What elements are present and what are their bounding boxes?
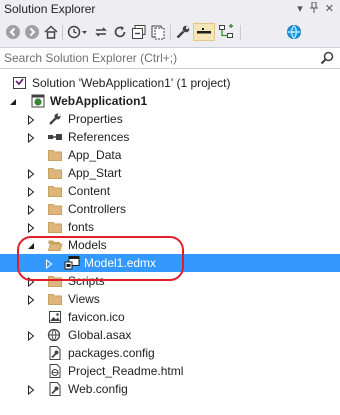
config-file-icon [47, 381, 63, 397]
collapsed-triangle-icon[interactable] [26, 384, 36, 396]
toolbar-separator [62, 25, 63, 40]
search-box[interactable]: Search Solution Explorer (Ctrl+;) [0, 47, 340, 69]
tree-item-label: Controllers [68, 202, 127, 216]
collapsed-triangle-icon[interactable] [26, 114, 36, 126]
wrench-icon [47, 111, 63, 127]
dropdown-arrow-icon[interactable]: ▾ [297, 2, 303, 17]
collapsed-triangle-icon[interactable] [26, 132, 36, 144]
collapsed-triangle-icon[interactable] [26, 186, 36, 198]
tree-item-views[interactable]: Views [0, 290, 340, 308]
tree-item-label: App_Data [68, 148, 122, 162]
tree-item-label: Solution 'WebApplication1' (1 project) [32, 76, 231, 90]
back-button[interactable] [4, 23, 22, 41]
toolbar-separator [170, 25, 171, 40]
tree-item-app-start[interactable]: App_Start [0, 164, 340, 182]
folder-icon [47, 201, 63, 217]
tree-item-controllers[interactable]: Controllers [0, 200, 340, 218]
title-bar: Solution Explorer ▾ ✕ [0, 0, 340, 19]
tree-item-label: favicon.ico [68, 310, 125, 324]
search-input[interactable]: Search Solution Explorer (Ctrl+;) [4, 51, 177, 65]
tree-item-global-asax[interactable]: Global.asax [0, 326, 340, 344]
tree-item-project-readme[interactable]: Project_Readme.html [0, 362, 340, 380]
tree-item-models[interactable]: Models [0, 236, 340, 254]
search-icon[interactable] [320, 51, 336, 67]
tree-item-label: Scripts [68, 274, 105, 288]
tree-item-packages-config[interactable]: packages.config [0, 344, 340, 362]
title-bar-controls: ▾ ✕ [297, 1, 334, 17]
tree-item-web-config[interactable]: Web.config [0, 380, 340, 398]
tree-item-label: WebApplication1 [50, 94, 148, 108]
solution-icon [12, 75, 28, 91]
config-file-icon [47, 345, 63, 361]
collapse-all-icon[interactable] [130, 23, 148, 41]
image-file-icon [47, 309, 63, 325]
collapsed-triangle-icon[interactable] [26, 294, 36, 306]
tree-item-label: Web.config [68, 382, 128, 396]
folder-icon [47, 273, 63, 289]
sync-icon[interactable] [92, 23, 110, 41]
folder-icon [47, 165, 63, 181]
tree-item-label: References [68, 130, 130, 144]
web-project-icon [30, 93, 46, 109]
toolbar-separator [240, 25, 241, 40]
tree-item-label: App_Start [68, 166, 122, 180]
html-file-icon [47, 363, 63, 379]
tree-item-scripts[interactable]: Scripts [0, 272, 340, 290]
tree-item-label: Content [68, 184, 111, 198]
collapsed-triangle-icon[interactable] [26, 330, 36, 342]
tree-item-app-data[interactable]: App_Data [0, 146, 340, 164]
tree-item-label: Views [68, 292, 100, 306]
tree-item-references[interactable]: References [0, 128, 340, 146]
collapsed-triangle-icon[interactable] [26, 222, 36, 234]
tree-item-model1-edmx[interactable]: Model1.edmx [0, 254, 340, 272]
tree-item-label: Properties [68, 112, 123, 126]
pin-icon[interactable] [309, 1, 319, 17]
tree-item-label: Project_Readme.html [68, 364, 184, 378]
tree-item-content[interactable]: Content [0, 182, 340, 200]
window-title: Solution Explorer [4, 2, 96, 16]
view-class-diagram-icon[interactable] [217, 23, 235, 41]
history-dropdown-button[interactable] [66, 23, 90, 41]
properties-wrench-icon[interactable] [174, 23, 192, 41]
collapsed-triangle-icon[interactable] [44, 258, 54, 270]
tree-item-label: Model1.edmx [84, 256, 157, 270]
open-folder-icon [47, 237, 63, 253]
expanded-triangle-icon[interactable] [26, 240, 36, 250]
toolbar [0, 19, 340, 47]
tree-item-label: Models [68, 238, 107, 252]
references-icon [47, 129, 63, 145]
collapsed-triangle-icon[interactable] [26, 204, 36, 216]
refresh-icon[interactable] [111, 23, 129, 41]
tree-item-favicon[interactable]: favicon.ico [0, 308, 340, 326]
show-all-files-icon[interactable] [149, 23, 167, 41]
solution-tree: Solution 'WebApplication1' (1 project) W… [0, 70, 340, 415]
global-asax-icon [47, 327, 63, 343]
folder-icon [47, 183, 63, 199]
folder-icon [47, 219, 63, 235]
browser-globe-icon[interactable] [285, 23, 303, 41]
home-icon[interactable] [42, 23, 60, 41]
folder-icon [47, 147, 63, 163]
tree-item-properties[interactable]: Properties [0, 110, 340, 128]
preview-selected-items-button[interactable] [193, 23, 215, 41]
tree-item-fonts[interactable]: fonts [0, 218, 340, 236]
tree-item-label: packages.config [68, 346, 155, 360]
forward-button[interactable] [23, 23, 41, 41]
tree-item-solution[interactable]: Solution 'WebApplication1' (1 project) [0, 74, 340, 92]
collapsed-triangle-icon[interactable] [26, 276, 36, 288]
tree-item-project[interactable]: WebApplication1 [0, 92, 340, 110]
tree-item-label: Global.asax [68, 328, 132, 342]
folder-icon [47, 291, 63, 307]
close-icon[interactable]: ✕ [325, 2, 334, 17]
tree-item-label: fonts [68, 220, 95, 234]
entity-model-icon [64, 255, 80, 271]
collapsed-triangle-icon[interactable] [26, 168, 36, 180]
expanded-triangle-icon[interactable] [8, 96, 18, 106]
